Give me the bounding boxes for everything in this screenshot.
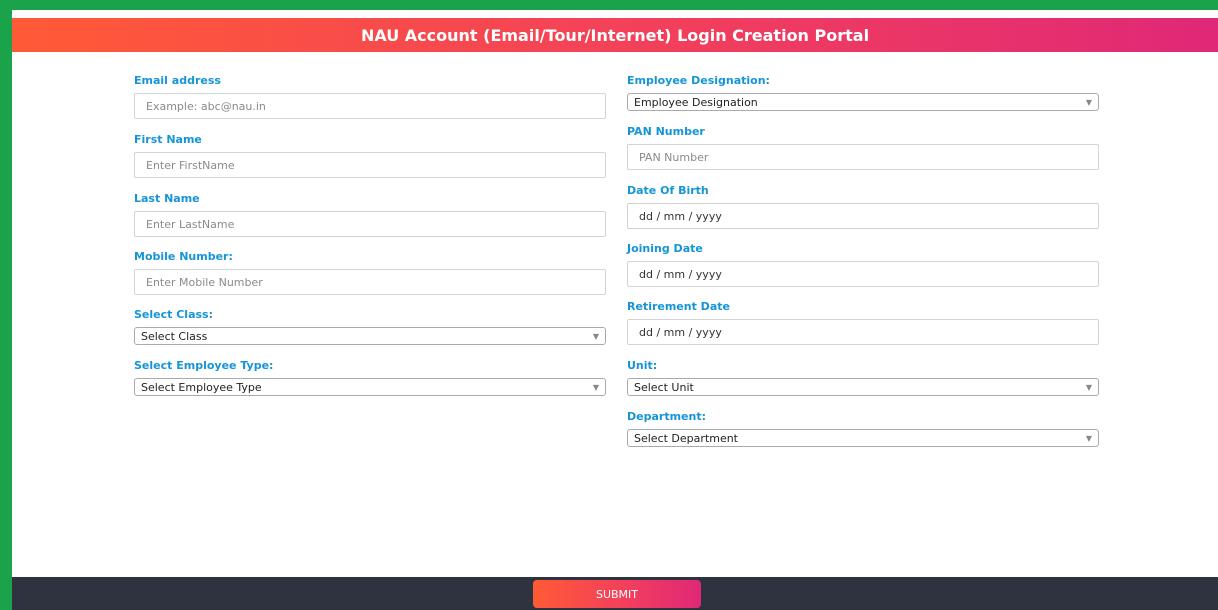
- class-select[interactable]: Select Class ▼: [134, 327, 606, 345]
- retirement-field-group: Retirement Date dd / mm / yyyy: [627, 299, 1099, 358]
- mobile-input[interactable]: [134, 269, 606, 295]
- unit-field-group: Unit: Select Unit ▼: [627, 358, 1099, 409]
- retirement-label: Retirement Date: [627, 300, 730, 313]
- form-right-column: Employee Designation: Employee Designati…: [627, 73, 1099, 449]
- designation-label: Employee Designation:: [627, 74, 770, 87]
- last-name-label: Last Name: [134, 192, 200, 205]
- chevron-down-icon: ▼: [1085, 433, 1092, 443]
- department-select-value: Select Department: [634, 431, 738, 445]
- department-field-group: Department: Select Department ▼: [627, 409, 1099, 449]
- chevron-down-icon: ▼: [1085, 97, 1092, 107]
- unit-select[interactable]: Select Unit ▼: [627, 378, 1099, 396]
- dob-field-group: Date Of Birth dd / mm / yyyy: [627, 183, 1099, 241]
- pan-label: PAN Number: [627, 125, 705, 138]
- pan-input[interactable]: [627, 144, 1099, 170]
- employee-type-label: Select Employee Type:: [134, 359, 274, 372]
- mobile-label: Mobile Number:: [134, 250, 233, 263]
- email-input[interactable]: [134, 93, 606, 119]
- email-label: Email address: [134, 74, 221, 87]
- unit-label: Unit:: [627, 359, 658, 372]
- employee-type-select[interactable]: Select Employee Type ▼: [134, 378, 606, 396]
- dob-label: Date Of Birth: [627, 184, 709, 197]
- designation-select-value: Employee Designation: [634, 95, 758, 109]
- page-header: NAU Account (Email/Tour/Internet) Login …: [12, 18, 1218, 52]
- department-select[interactable]: Select Department ▼: [627, 429, 1099, 447]
- class-field-group: Select Class: Select Class ▼: [134, 307, 606, 358]
- department-label: Department:: [627, 410, 706, 423]
- first-name-field-group: First Name: [134, 132, 606, 191]
- employee-type-field-group: Select Employee Type: Select Employee Ty…: [134, 358, 606, 398]
- joining-value: dd / mm / yyyy: [639, 267, 722, 281]
- email-field-group: Email address: [134, 73, 606, 132]
- class-label: Select Class:: [134, 308, 213, 321]
- joining-label: Joining Date: [627, 242, 703, 255]
- chevron-down-icon: ▼: [592, 331, 599, 341]
- page-title: NAU Account (Email/Tour/Internet) Login …: [360, 25, 870, 45]
- first-name-label: First Name: [134, 133, 202, 146]
- retirement-date-input[interactable]: dd / mm / yyyy: [627, 319, 1099, 345]
- form-left-column: Email address First Name Last Name Mobil…: [134, 73, 606, 398]
- last-name-field-group: Last Name: [134, 191, 606, 249]
- dob-value: dd / mm / yyyy: [639, 209, 722, 223]
- joining-date-input[interactable]: dd / mm / yyyy: [627, 261, 1099, 287]
- chevron-down-icon: ▼: [1085, 382, 1092, 392]
- pan-field-group: PAN Number: [627, 124, 1099, 183]
- designation-select[interactable]: Employee Designation ▼: [627, 93, 1099, 111]
- class-select-value: Select Class: [141, 329, 208, 343]
- submit-button[interactable]: SUBMIT: [533, 580, 701, 608]
- unit-select-value: Select Unit: [634, 380, 694, 394]
- first-name-input[interactable]: [134, 152, 606, 178]
- retirement-value: dd / mm / yyyy: [639, 325, 722, 339]
- employee-type-select-value: Select Employee Type: [141, 380, 262, 394]
- designation-field-group: Employee Designation: Employee Designati…: [627, 73, 1099, 124]
- dob-date-input[interactable]: dd / mm / yyyy: [627, 203, 1099, 229]
- mobile-field-group: Mobile Number:: [134, 249, 606, 307]
- last-name-input[interactable]: [134, 211, 606, 237]
- chevron-down-icon: ▼: [592, 382, 599, 392]
- joining-field-group: Joining Date dd / mm / yyyy: [627, 241, 1099, 299]
